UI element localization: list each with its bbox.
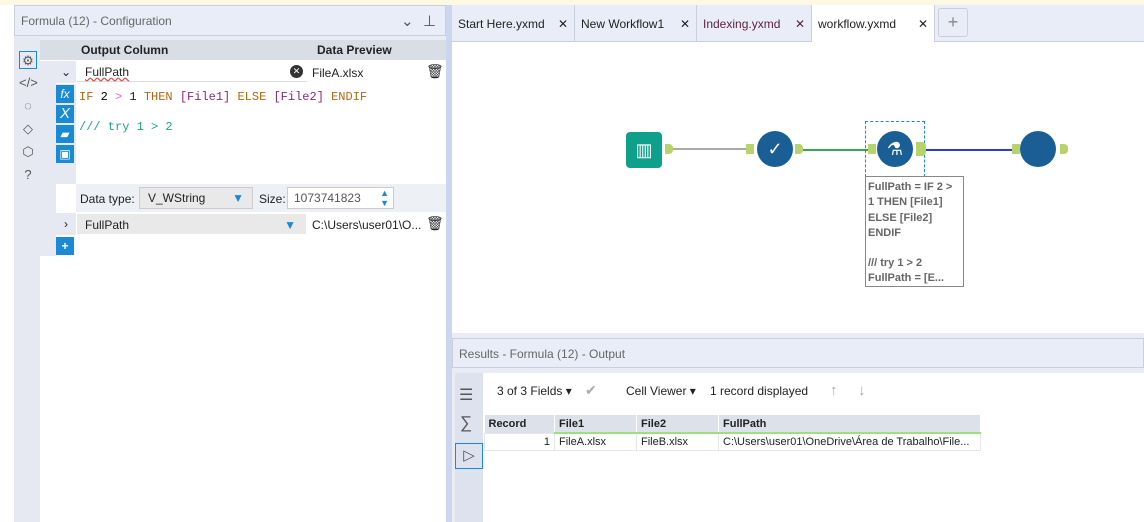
datatype-row: Data type: V_WString ▼ Size: 1073741823 ▲ ▼: [76, 184, 446, 212]
formula-grid: [40, 40, 446, 522]
help-icon[interactable]: ?: [19, 166, 37, 184]
close-icon: ✕: [679, 16, 690, 31]
stepper-arrows-icon: ▲ ▼: [380, 188, 389, 208]
datatype-label: Data type:: [80, 192, 135, 206]
datatype-select[interactable]: V_WString ▼: [139, 187, 253, 209]
open-folder-icon[interactable]: ▰: [56, 125, 74, 143]
variable-icon[interactable]: X: [56, 105, 74, 123]
trash-icon[interactable]: 🗑: [426, 215, 444, 232]
connection-line: [673, 148, 749, 150]
tab-workflow[interactable]: workflow.yxmd ✕: [812, 5, 935, 43]
collapse-chevron-icon[interactable]: ⌄: [56, 61, 76, 83]
tool-annotation: FullPath = IF 2 >1 THEN [File1] ELSE [Fil…: [865, 176, 964, 287]
expand-chevron-icon[interactable]: ›: [56, 213, 76, 235]
table-row[interactable]: 1 FileA.xlsx FileB.xlsx C:\Users\user01\…: [484, 432, 981, 451]
input-tool-node[interactable]: ▥: [626, 132, 662, 168]
config-icon-strip: ⚙ </> ◌ ◇ ⬡ ?: [14, 37, 40, 522]
code-icon[interactable]: </>: [19, 74, 38, 92]
tag-output-icon[interactable]: ▷: [455, 443, 483, 469]
arrow-down-icon[interactable]: ↓: [858, 382, 866, 399]
trash-icon[interactable]: 🗑: [426, 63, 444, 80]
results-icon-strip: ☰ ∑ ▷: [455, 373, 483, 522]
left-edge: [0, 5, 14, 522]
tab-start-here[interactable]: Start Here.yxmd ✕: [452, 5, 575, 42]
clear-icon[interactable]: ✕: [290, 65, 303, 78]
size-label: Size:: [259, 192, 286, 206]
apply-check-icon[interactable]: ✔: [585, 382, 597, 399]
select-tool-node[interactable]: ✓: [757, 131, 793, 167]
preview-value: C:\Users\user01\O...: [312, 218, 422, 232]
tab-indexing[interactable]: Indexing.yxmd ✕: [697, 5, 812, 42]
grid-header: Output Column Data Preview: [40, 40, 446, 60]
col-record[interactable]: Record: [484, 415, 555, 433]
size-stepper[interactable]: 1073741823 ▲ ▼: [287, 187, 394, 209]
pin-icon[interactable]: ⊥: [423, 12, 436, 30]
formula-tool-node[interactable]: ⚗: [877, 131, 913, 167]
cube-icon[interactable]: ⬡: [19, 143, 37, 161]
data-preview-header: Data Preview: [317, 43, 392, 57]
save-icon[interactable]: ▣: [56, 145, 74, 163]
workflow-tabs: Start Here.yxmd ✕ New Workflow1 ✕ Indexing…: [452, 5, 1144, 43]
connection-line: [803, 149, 870, 151]
connection-line: [926, 149, 1016, 151]
close-icon: ✕: [557, 16, 568, 31]
formula-comment[interactable]: /// try 1 > 2: [79, 120, 173, 134]
sigma-icon[interactable]: ∑: [460, 413, 472, 433]
field-select[interactable]: FullPath ▼: [77, 214, 306, 234]
col-file2[interactable]: File2: [636, 415, 719, 434]
col-fullpath[interactable]: FullPath: [718, 415, 981, 434]
browse-tool-node[interactable]: [1020, 131, 1056, 167]
record-count: 1 record displayed: [710, 384, 809, 398]
close-icon: ✕: [917, 17, 928, 31]
tab-new-workflow1[interactable]: New Workflow1 ✕: [575, 5, 697, 42]
tag-icon[interactable]: ◇: [19, 120, 37, 138]
new-tab-button[interactable]: +: [938, 8, 968, 37]
list-icon[interactable]: ☰: [459, 385, 473, 405]
preview-value: FileA.xlsx: [312, 66, 364, 80]
chevron-down-icon[interactable]: ⌄: [401, 12, 414, 30]
annotation-icon[interactable]: ◌: [19, 97, 37, 115]
dropdown-icon: ▼: [284, 218, 296, 232]
workflow-canvas[interactable]: ▥ ✓ ⚗ FullPath = IF 2 >1 THEN [File1] ELS…: [452, 42, 1144, 333]
gear-icon[interactable]: ⚙: [19, 51, 37, 69]
config-title: Formula (12) - Configuration: [21, 13, 172, 28]
output-column-header: Output Column: [81, 43, 169, 57]
results-table: Record File1 File2 FullPath 1 FileA.xlsx…: [484, 415, 981, 451]
arrow-up-icon[interactable]: ↑: [830, 382, 838, 399]
results-header: Results - Formula (12) - Output: [452, 338, 1144, 368]
dropdown-icon: ▼: [232, 191, 244, 205]
fields-dropdown[interactable]: 3 of 3 Fields ▾: [497, 384, 572, 398]
add-expression-button[interactable]: +: [56, 237, 74, 255]
close-icon: ✕: [794, 16, 805, 31]
function-icon[interactable]: fx: [56, 85, 74, 103]
config-header: Formula (12) - Configuration ⌄ ⊥: [14, 5, 446, 36]
output-field-input[interactable]: FullPath ✕: [77, 62, 307, 82]
formula-expression[interactable]: IF 2 > 1 THEN [File1] ELSE [File2] ENDIF: [79, 90, 367, 104]
col-file1[interactable]: File1: [554, 415, 637, 434]
cell-viewer-dropdown[interactable]: Cell Viewer ▾: [626, 384, 696, 398]
row-gutter: [40, 61, 56, 256]
